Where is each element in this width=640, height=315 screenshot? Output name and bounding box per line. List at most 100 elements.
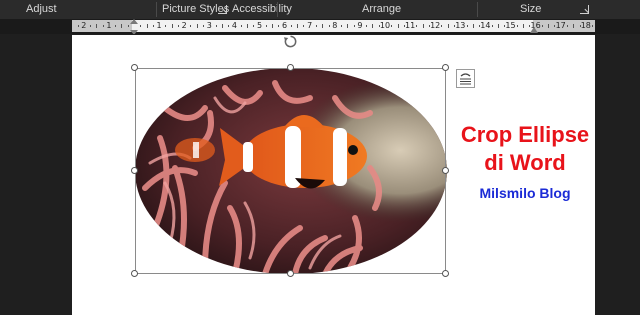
ruler-number: 2 [81,21,87,30]
picture-selection-frame [135,68,446,274]
resize-handle-top[interactable] [287,64,294,71]
ruler-tick [366,25,368,27]
ruler-number: 11 [405,21,416,30]
ruler-tick [479,25,481,27]
ruler-tick [341,25,343,27]
ruler-number: 9 [357,21,363,30]
ruler-tick [491,25,493,27]
ruler-tick [428,25,430,27]
ruler-tick [397,24,399,28]
ruler-tick [228,25,230,27]
ruler-number: 4 [231,21,237,30]
ruler-tick [447,24,449,28]
ruler-tick [548,24,550,28]
ruler-tick [523,24,525,28]
ruler-number: 7 [307,21,313,30]
group-arrange-label: Arrange [362,3,402,15]
ruler-tick [121,24,123,28]
left-indent-marker-icon[interactable] [128,19,140,35]
ruler-tick [290,25,292,27]
ruler-tick [115,25,117,27]
ruler-tick [322,24,324,28]
resize-handle-bottom-right[interactable] [442,270,449,277]
ruler-tick [353,25,355,27]
ruler-number: 18 [580,21,591,30]
ruler-tick [554,25,556,27]
ruler-tick [177,25,179,27]
group-separator [477,2,478,17]
ruler-tick [90,25,92,27]
horizontal-ruler[interactable]: 2 1 1 2 3 4 5 6 7 8 9 10 11 12 13 14 15 16 17 18 [72,20,595,32]
ruler-number: 13 [455,21,466,30]
ruler-tick [297,24,299,28]
ruler-tick [278,25,280,27]
ruler-tick [240,25,242,27]
ruler-tick [347,24,349,28]
ruler-number: 1 [156,21,162,30]
ruler-tick [422,24,424,28]
resize-handle-right[interactable] [442,167,449,174]
ruler-number: 1 [106,21,112,30]
ruler-tick [466,25,468,27]
ruler-tick [472,24,474,28]
ruler-tick [140,25,142,27]
resize-handle-left[interactable] [131,167,138,174]
ruler-tick [497,24,499,28]
ruler-tick [504,25,506,27]
ruler-number: 12 [430,21,441,30]
ruler-tick [146,24,148,28]
ruler-tick [303,25,305,27]
ruler-tick [165,25,167,27]
ruler-number: 8 [332,21,338,30]
ruler-number: 5 [256,21,263,30]
ruler-tick [77,25,79,27]
ruler-tick [416,25,418,27]
ruler-tick [221,24,223,28]
ruler-tick [328,25,330,27]
ruler-tick [152,25,154,27]
picture-styles-launcher-icon[interactable] [218,5,227,14]
layout-options-button[interactable] [456,69,475,88]
ruler-tick [96,24,98,28]
ruler-tick [579,25,581,27]
ruler-tick [265,25,267,27]
ruler-number: 17 [555,21,566,30]
ruler-number: 3 [206,21,212,30]
ruler-tick [246,24,248,28]
doc-title-line2: di Word [484,150,566,175]
group-separator [156,2,157,17]
size-launcher-icon[interactable] [580,5,589,14]
resize-handle-top-right[interactable] [442,64,449,71]
group-separator [277,2,278,17]
ruler-tick [516,25,518,27]
ruler-tick [566,25,568,27]
resize-handle-top-left[interactable] [131,64,138,71]
ruler-tick [102,25,104,27]
ruler-tick [203,25,205,27]
rotate-handle-icon[interactable] [283,34,298,49]
ruler-number: 6 [282,21,288,30]
ruler-tick [171,24,173,28]
resize-handle-bottom-left[interactable] [131,270,138,277]
group-adjust-label: Adjust [26,3,57,15]
group-size-label: Size [520,3,542,15]
ruler-number: 10 [379,21,391,30]
ruler-tick [403,25,405,27]
ruler-tick [592,25,594,27]
ruler-tick [541,25,543,27]
ruler-tick [253,25,255,27]
layout-options-icon [460,73,471,85]
ruler-tick [315,25,317,27]
resize-handle-bottom[interactable] [287,270,294,277]
ruler-tick [391,25,393,27]
ruler-number: 15 [505,21,516,30]
ruler-tick [454,25,456,27]
group-accessibility-label: Accessibility [232,3,292,15]
doc-blog-name: Milsmilo Blog [479,185,571,201]
ruler-number: 2 [181,21,187,30]
ruler-number: 14 [480,21,491,30]
ruler-tick [573,24,575,28]
ruler-tick [372,24,374,28]
ruler-tick [441,25,443,27]
ruler-tick [196,24,198,28]
